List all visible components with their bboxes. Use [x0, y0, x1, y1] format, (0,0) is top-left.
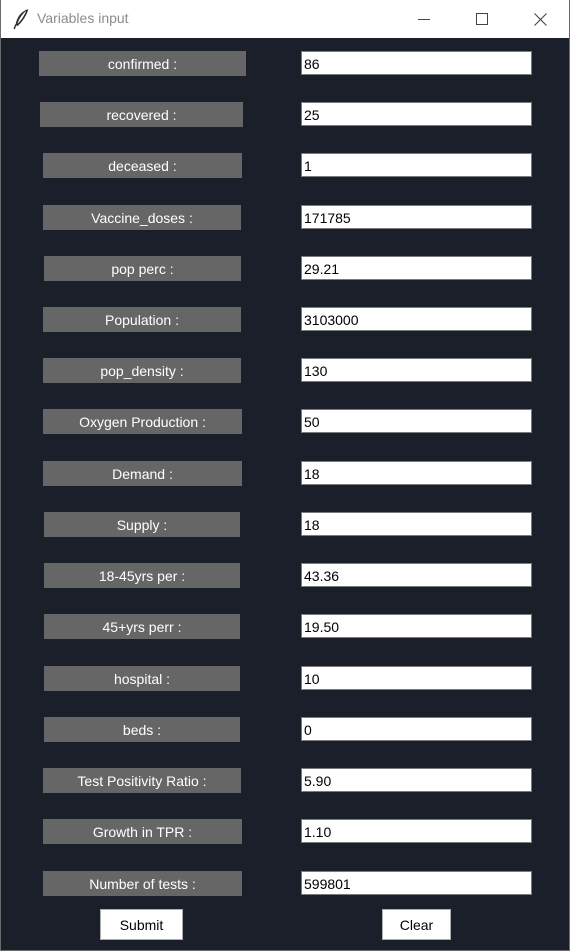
deceased-label: deceased :	[43, 153, 242, 178]
age-45-plus-row: 45+yrs perr :	[1, 614, 569, 640]
recovered-row: recovered :	[1, 102, 569, 128]
pop-density-input[interactable]	[301, 358, 532, 382]
maximize-icon	[476, 13, 488, 25]
hospital-label: hospital :	[44, 666, 240, 691]
age-18-45-label: 18-45yrs per :	[44, 563, 240, 588]
number-of-tests-label: Number of tests :	[43, 871, 242, 896]
feather-icon	[13, 9, 29, 30]
test-positivity-ratio-input[interactable]	[301, 768, 532, 792]
supply-label: Supply :	[44, 512, 240, 537]
oxygen-production-label: Oxygen Production :	[43, 409, 242, 434]
pop-density-row: pop_density :	[1, 358, 569, 384]
vaccine-doses-input[interactable]	[301, 205, 532, 229]
population-row: Population :	[1, 307, 569, 333]
submit-button[interactable]: Submit	[100, 909, 183, 940]
supply-row: Supply :	[1, 512, 569, 538]
number-of-tests-input[interactable]	[301, 871, 532, 895]
variables-input-window: Variables input confirmed : recovered :	[0, 0, 570, 951]
demand-row: Demand :	[1, 461, 569, 487]
confirmed-label: confirmed :	[39, 51, 246, 76]
pop-density-label: pop_density :	[43, 358, 241, 383]
hospital-input[interactable]	[301, 666, 532, 690]
pop-perc-input[interactable]	[301, 256, 532, 280]
pop-perc-label: pop perc :	[44, 256, 241, 281]
age-45-plus-input[interactable]	[301, 614, 532, 638]
deceased-input[interactable]	[301, 153, 532, 177]
growth-in-tpr-row: Growth in TPR :	[1, 819, 569, 845]
age-18-45-input[interactable]	[301, 563, 532, 587]
test-positivity-ratio-row: Test Positivity Ratio :	[1, 768, 569, 794]
confirmed-input[interactable]	[301, 51, 532, 75]
vaccine-doses-label: Vaccine_doses :	[43, 205, 241, 230]
minimize-button[interactable]	[401, 0, 447, 38]
deceased-row: deceased :	[1, 153, 569, 179]
form-area: confirmed : recovered : deceased : Vacci…	[1, 38, 569, 950]
oxygen-production-input[interactable]	[301, 409, 532, 433]
recovered-label: recovered :	[40, 102, 243, 127]
beds-row: beds :	[1, 717, 569, 743]
beds-label: beds :	[44, 717, 240, 742]
oxygen-production-row: Oxygen Production :	[1, 409, 569, 435]
number-of-tests-row: Number of tests :	[1, 871, 569, 897]
hospital-row: hospital :	[1, 666, 569, 692]
supply-input[interactable]	[301, 512, 532, 536]
recovered-input[interactable]	[301, 102, 532, 126]
age-45-plus-label: 45+yrs perr :	[44, 614, 240, 639]
population-input[interactable]	[301, 307, 532, 331]
demand-input[interactable]	[301, 461, 532, 485]
age-18-45-row: 18-45yrs per :	[1, 563, 569, 589]
close-button[interactable]	[517, 0, 563, 38]
clear-button[interactable]: Clear	[382, 909, 451, 940]
demand-label: Demand :	[43, 461, 242, 486]
window-title: Variables input	[37, 10, 129, 26]
confirmed-row: confirmed :	[1, 51, 569, 77]
close-icon	[533, 12, 547, 26]
beds-input[interactable]	[301, 717, 532, 741]
vaccine-doses-row: Vaccine_doses :	[1, 205, 569, 231]
growth-in-tpr-input[interactable]	[301, 819, 532, 843]
population-label: Population :	[43, 307, 241, 332]
pop-perc-row: pop perc :	[1, 256, 569, 282]
test-positivity-ratio-label: Test Positivity Ratio :	[43, 768, 241, 793]
minimize-icon	[418, 19, 430, 20]
title-bar[interactable]: Variables input	[1, 0, 569, 38]
growth-in-tpr-label: Growth in TPR :	[43, 819, 242, 844]
maximize-button[interactable]	[459, 0, 505, 38]
